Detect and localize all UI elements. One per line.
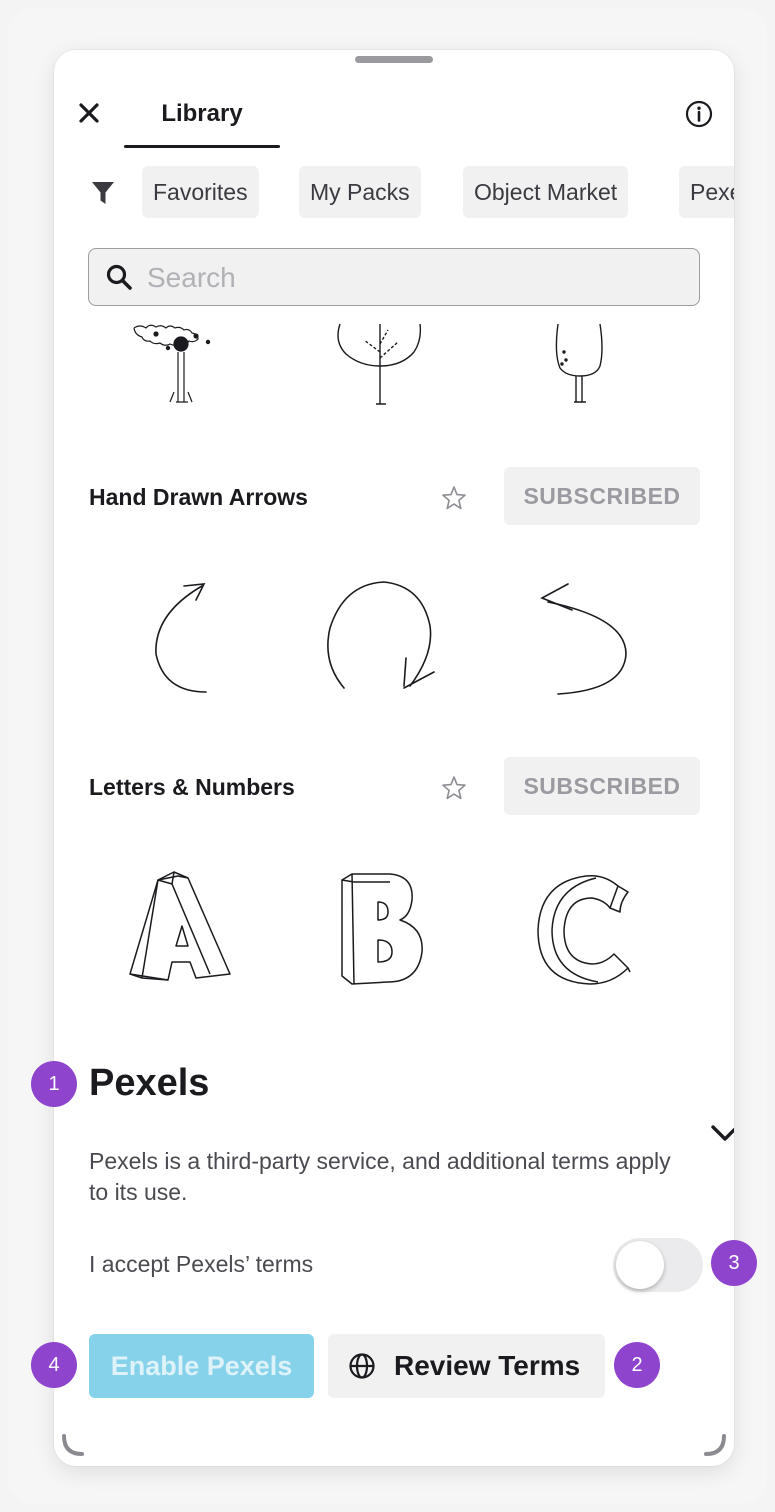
subscribed-button-arrows[interactable]: SUBSCRIBED bbox=[504, 467, 700, 525]
annotation-badge-1: 1 bbox=[31, 1061, 77, 1107]
accept-terms-toggle[interactable] bbox=[613, 1238, 703, 1292]
enable-pexels-button[interactable]: Enable Pexels bbox=[89, 1334, 314, 1398]
tab-library[interactable]: Library bbox=[124, 98, 280, 148]
search-icon bbox=[105, 263, 133, 291]
pexels-section-title: Pexels bbox=[89, 1062, 210, 1104]
pack-title-hand-drawn-arrows: Hand Drawn Arrows bbox=[89, 484, 308, 510]
annotation-badge-4: 4 bbox=[31, 1342, 77, 1388]
close-icon[interactable] bbox=[74, 98, 104, 128]
tab-library-label: Library bbox=[161, 100, 243, 127]
filter-chip-favorites[interactable]: Favorites bbox=[142, 166, 259, 218]
sheet-grabber[interactable] bbox=[355, 56, 433, 63]
letter-a-thumbnail[interactable] bbox=[128, 870, 234, 986]
review-terms-button[interactable]: Review Terms bbox=[328, 1334, 605, 1398]
letter-c-thumbnail[interactable] bbox=[534, 872, 634, 986]
subscribed-button-letters[interactable]: SUBSCRIBED bbox=[504, 757, 700, 815]
accept-terms-label: I accept Pexels’ terms bbox=[89, 1251, 314, 1277]
pexels-description: Pexels is a third-party service, and add… bbox=[89, 1148, 671, 1205]
info-icon[interactable] bbox=[684, 99, 714, 129]
corner-bracket-icon bbox=[702, 1434, 728, 1460]
search-box bbox=[88, 248, 700, 306]
return-arrow-thumbnail[interactable] bbox=[538, 580, 630, 698]
review-terms-label: Review Terms bbox=[394, 1350, 581, 1381]
globe-icon bbox=[348, 1352, 376, 1380]
circular-arrow-thumbnail[interactable] bbox=[322, 576, 438, 698]
pack-title-letters-numbers: Letters & Numbers bbox=[89, 774, 295, 800]
search-input[interactable] bbox=[145, 255, 689, 301]
tree-outline-thumbnail[interactable] bbox=[330, 322, 434, 406]
curved-arrow-thumbnail[interactable] bbox=[144, 574, 224, 694]
favorite-star-icon[interactable] bbox=[440, 484, 468, 512]
filter-chip-pexels[interactable]: Pexels bbox=[679, 166, 734, 218]
letter-b-thumbnail[interactable] bbox=[338, 872, 428, 986]
favorite-star-icon[interactable] bbox=[440, 774, 468, 802]
filter-chip-my-packs[interactable]: My Packs bbox=[299, 166, 421, 218]
filter-icon[interactable] bbox=[90, 180, 116, 206]
filter-chip-object-market[interactable]: Object Market bbox=[463, 166, 629, 218]
chevron-down-icon[interactable] bbox=[708, 1118, 734, 1148]
tab-active-indicator bbox=[124, 145, 280, 148]
corner-bracket-icon bbox=[60, 1434, 86, 1460]
tree-sketch-thumbnail[interactable] bbox=[126, 322, 236, 406]
annotation-badge-3: 3 bbox=[711, 1240, 757, 1286]
annotation-badge-2: 2 bbox=[614, 1342, 660, 1388]
toggle-knob bbox=[616, 1241, 664, 1289]
tree-narrow-thumbnail[interactable] bbox=[546, 322, 616, 406]
